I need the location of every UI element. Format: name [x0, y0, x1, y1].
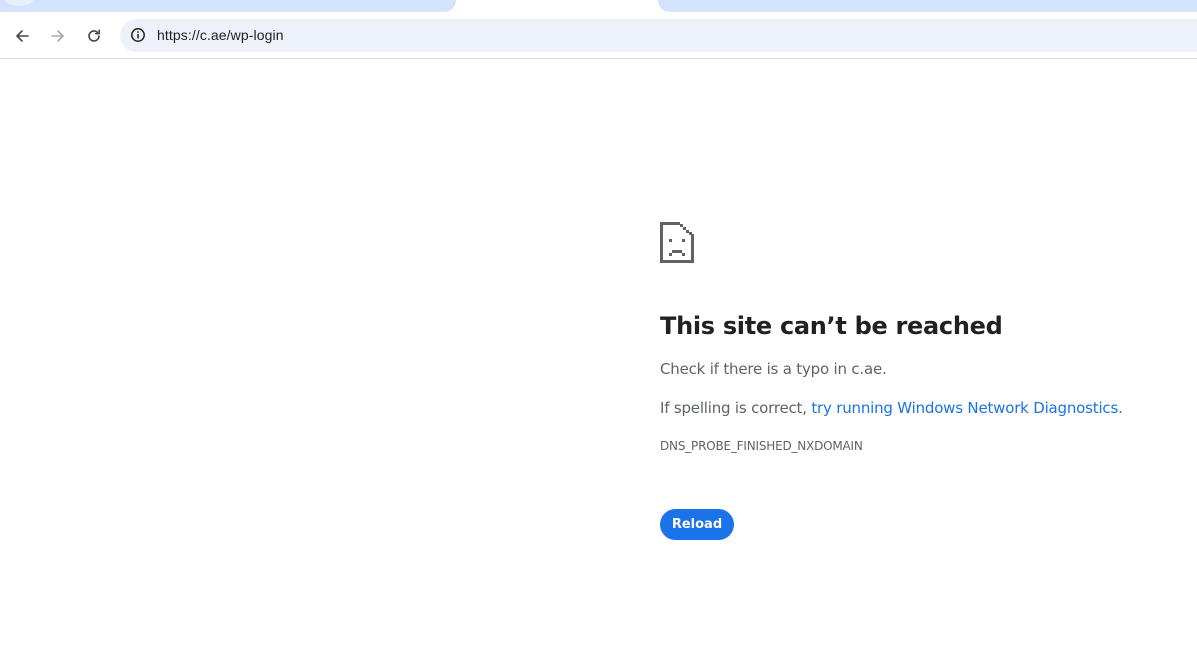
- site-info-button[interactable]: [126, 23, 150, 47]
- error-heading: This site can’t be reached: [660, 312, 1003, 340]
- typo-message: Check if there is a typo in c.ae.: [660, 360, 887, 378]
- network-diagnostics-link[interactable]: try running Windows Network Diagnostics: [811, 399, 1118, 417]
- tab-active[interactable]: [456, 0, 658, 18]
- toolbar: https://c.ae/wp-login: [0, 18, 1197, 59]
- arrow-right-icon: [51, 30, 64, 42]
- tab-inactive-right[interactable]: [658, 0, 1197, 12]
- tab-inactive-left[interactable]: [0, 0, 456, 12]
- error-content: This site can’t be reached Check if ther…: [660, 220, 1180, 540]
- spelling-prefix: If spelling is correct,: [660, 399, 812, 417]
- reload-button[interactable]: Reload: [660, 509, 734, 540]
- back-button[interactable]: [8, 22, 36, 50]
- info-icon: [131, 28, 145, 42]
- reload-icon: [88, 29, 100, 42]
- arrow-left-icon: [16, 30, 29, 42]
- browser-window: https://c.ae/wp-login This site can’t be…: [0, 0, 1197, 653]
- address-bar[interactable]: https://c.ae/wp-login: [120, 19, 1197, 52]
- spelling-suffix: .: [1118, 399, 1123, 417]
- reload-toolbar-button[interactable]: [80, 22, 108, 50]
- forward-button[interactable]: [44, 22, 72, 50]
- sad-document-icon: [660, 222, 694, 263]
- error-code: DNS_PROBE_FINISHED_NXDOMAIN: [660, 439, 863, 453]
- url-text[interactable]: https://c.ae/wp-login: [157, 27, 284, 43]
- tab-strip: [0, 0, 1197, 18]
- spelling-message: If spelling is correct, try running Wind…: [660, 399, 1123, 417]
